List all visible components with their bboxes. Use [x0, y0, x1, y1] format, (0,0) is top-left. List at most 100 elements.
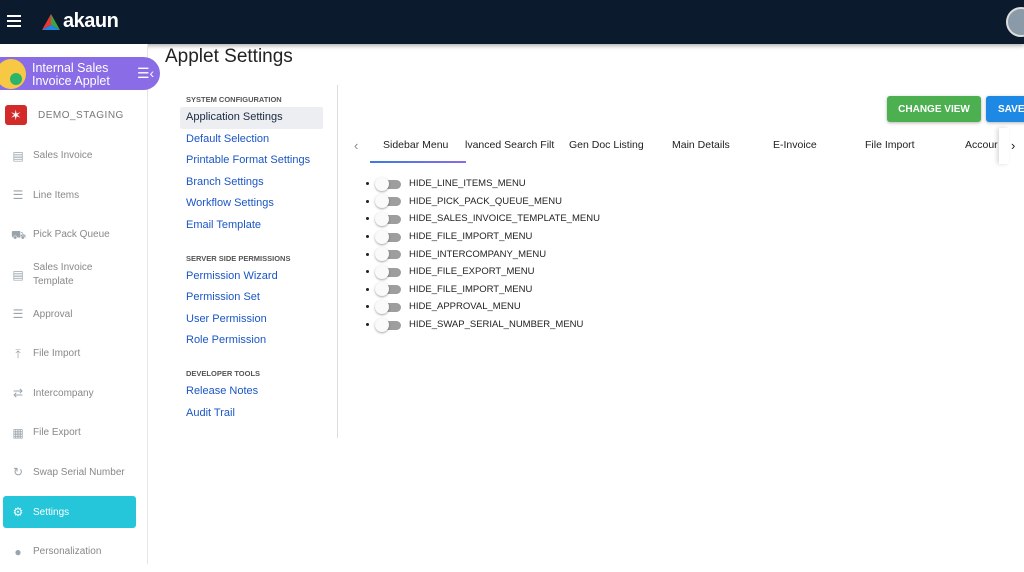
toggle-switch[interactable]: [375, 264, 401, 279]
settings-link-email-template[interactable]: Email Template: [180, 215, 323, 237]
toggle-label: HIDE_APPROVAL_MENU: [409, 301, 521, 313]
refresh-icon: ↻: [12, 465, 24, 480]
tab-2[interactable]: Gen Doc Listing: [569, 139, 644, 151]
vertical-divider: [337, 85, 338, 438]
toggle-item: HIDE_FILE_IMPORT_MENU: [366, 228, 600, 246]
settings-link-audit-trail[interactable]: Audit Trail: [180, 403, 323, 425]
org-logo-icon: ✶: [5, 105, 27, 125]
tab-3[interactable]: Main Details: [672, 139, 730, 151]
settings-link-workflow-settings[interactable]: Workflow Settings: [180, 193, 323, 215]
toggle-item: HIDE_SWAP_SERIAL_NUMBER_MENU: [366, 316, 600, 334]
toggle-switch[interactable]: [375, 317, 401, 332]
section-heading-server: SERVER SIDE PERMISSIONS: [186, 253, 291, 263]
toggle-switch[interactable]: [375, 282, 401, 297]
bullet: [366, 270, 369, 274]
toggle-item: HIDE_FILE_IMPORT_MENU: [366, 281, 600, 299]
section-heading-developer: DEVELOPER TOOLS: [186, 368, 261, 378]
toggle-label: HIDE_LINE_ITEMS_MENU: [409, 178, 526, 190]
page-title: Applet Settings: [165, 46, 293, 67]
sidebar-item-label: File Import: [33, 348, 81, 360]
tab-6[interactable]: Accour: [965, 139, 998, 151]
sidebar-item-file-import[interactable]: ⤒ File Import: [0, 334, 148, 374]
person-icon: ●: [14, 544, 22, 559]
toggle-label: HIDE_SWAP_SERIAL_NUMBER_MENU: [409, 319, 584, 331]
toggle-item: HIDE_FILE_EXPORT_MENU: [366, 263, 600, 281]
bullet: [366, 305, 369, 309]
settings-link-branch-settings[interactable]: Branch Settings: [180, 172, 323, 194]
collapse-sidebar-icon[interactable]: ☰‹: [137, 66, 154, 80]
tab-scroll-right-icon[interactable]: ›: [1011, 138, 1015, 153]
toggle-label: HIDE_SALES_INVOICE_TEMPLATE_MENU: [409, 213, 600, 225]
settings-link-release-notes[interactable]: Release Notes: [180, 381, 323, 403]
hamburger-menu-icon[interactable]: [7, 15, 21, 27]
settings-link-permission-wizard[interactable]: Permission Wizard: [180, 266, 323, 288]
bullet: [366, 182, 369, 186]
sidebar-item-label: Settings: [33, 506, 70, 518]
toggle-switch[interactable]: [375, 211, 401, 226]
sidebar-item-label: Sales Invoice Template: [33, 261, 93, 287]
save-button[interactable]: SAVE: [986, 96, 1024, 122]
bullet: [366, 252, 369, 256]
toggle-switch[interactable]: [375, 229, 401, 244]
sidebar-item-swap-serial-number[interactable]: ↻ Swap Serial Number: [0, 453, 148, 493]
toggle-switch[interactable]: [375, 299, 401, 314]
invoice-applet-icon: [0, 59, 26, 89]
organization[interactable]: ✶ DEMO_STAGING: [5, 105, 124, 125]
settings-link-permission-set[interactable]: Permission Set: [180, 287, 323, 309]
change-view-button[interactable]: CHANGE VIEW: [887, 96, 981, 122]
settings-link-user-permission[interactable]: User Permission: [180, 309, 323, 331]
sidebar-item-approval[interactable]: ☰ Approval: [0, 295, 148, 335]
top-bar: akaun: [0, 0, 1024, 44]
sidebar-item-pick-pack-queue[interactable]: ⛟ Pick Pack Queue: [0, 215, 148, 255]
sidebar-item-label: Line Items: [33, 189, 80, 201]
bullet: [366, 287, 369, 291]
sidebar-item-settings[interactable]: ⚙ Settings: [3, 496, 136, 528]
bullet: [366, 199, 369, 203]
bullet: [366, 217, 369, 221]
gear-icon: ⚙: [12, 505, 24, 519]
settings-link-default-selection[interactable]: Default Selection: [180, 129, 323, 151]
toggle-item: HIDE_LINE_ITEMS_MENU: [366, 175, 600, 193]
tab-0[interactable]: Sidebar Menu: [383, 139, 448, 151]
applet-header: Internal Sales Invoice Applet ☰‹: [0, 57, 160, 90]
list-icon: ☰: [12, 307, 24, 322]
sidebar-item-label: Pick Pack Queue: [33, 229, 110, 241]
sidebar-item-personalization[interactable]: ● Personalization: [0, 532, 148, 572]
org-name: DEMO_STAGING: [38, 109, 124, 121]
sidebar-item-label: Approval: [33, 308, 73, 320]
truck-icon: ⛟: [11, 227, 27, 242]
tab-4[interactable]: E-Invoice: [773, 139, 817, 151]
tab-5[interactable]: File Import: [865, 139, 915, 151]
invoice-icon: ▤: [12, 148, 24, 163]
list-icon: ☰: [12, 188, 24, 203]
sidebar-item-line-items[interactable]: ☰ Line Items: [0, 176, 148, 216]
sidebar-item-intercompany[interactable]: ⇄ Intercompany: [0, 374, 148, 414]
toggle-label: HIDE_FILE_IMPORT_MENU: [409, 231, 533, 243]
tab-scroll-left-icon[interactable]: ‹: [354, 138, 358, 153]
toggle-switch[interactable]: [375, 176, 401, 191]
tab-bar: ‹ Sidebar Menu lvanced Search Filt Gen Doc…: [345, 128, 1024, 164]
settings-link-printable-format-settings[interactable]: Printable Format Settings: [180, 150, 323, 172]
sidebar-item-sales-invoice[interactable]: ▤ Sales Invoice: [0, 136, 148, 176]
tab-1[interactable]: lvanced Search Filt: [465, 139, 554, 151]
tab-scroll-edge: [999, 128, 1009, 164]
settings-link-application-settings[interactable]: Application Settings: [180, 107, 323, 129]
sidebar-item-label: Sales Invoice: [33, 150, 93, 162]
toggle-label: HIDE_FILE_EXPORT_MENU: [409, 266, 535, 278]
akaun-logo[interactable]: akaun: [42, 10, 119, 33]
table-icon: ▦: [12, 425, 24, 440]
sidebar-item-label: File Export: [33, 427, 81, 439]
toggle-list: HIDE_LINE_ITEMS_MENU HIDE_PICK_PACK_QUEUE…: [366, 175, 600, 333]
toggle-switch[interactable]: [375, 194, 401, 209]
swap-arrows-icon: ⇄: [12, 386, 24, 401]
toggle-item: HIDE_PICK_PACK_QUEUE_MENU: [366, 193, 600, 211]
active-tab-indicator: [370, 161, 466, 163]
user-avatar[interactable]: [1006, 7, 1024, 37]
sidebar-item-label: Intercompany: [33, 387, 94, 399]
toggle-switch[interactable]: [375, 247, 401, 262]
upload-icon: ⤒: [15, 346, 21, 361]
sidebar-item-sales-invoice-template[interactable]: ▤ Sales Invoice Template: [0, 255, 148, 295]
settings-link-role-permission[interactable]: Role Permission: [180, 330, 323, 352]
settings-nav: SYSTEM CONFIGURATION Application Setting…: [180, 86, 323, 424]
sidebar-item-file-export[interactable]: ▦ File Export: [0, 413, 148, 453]
